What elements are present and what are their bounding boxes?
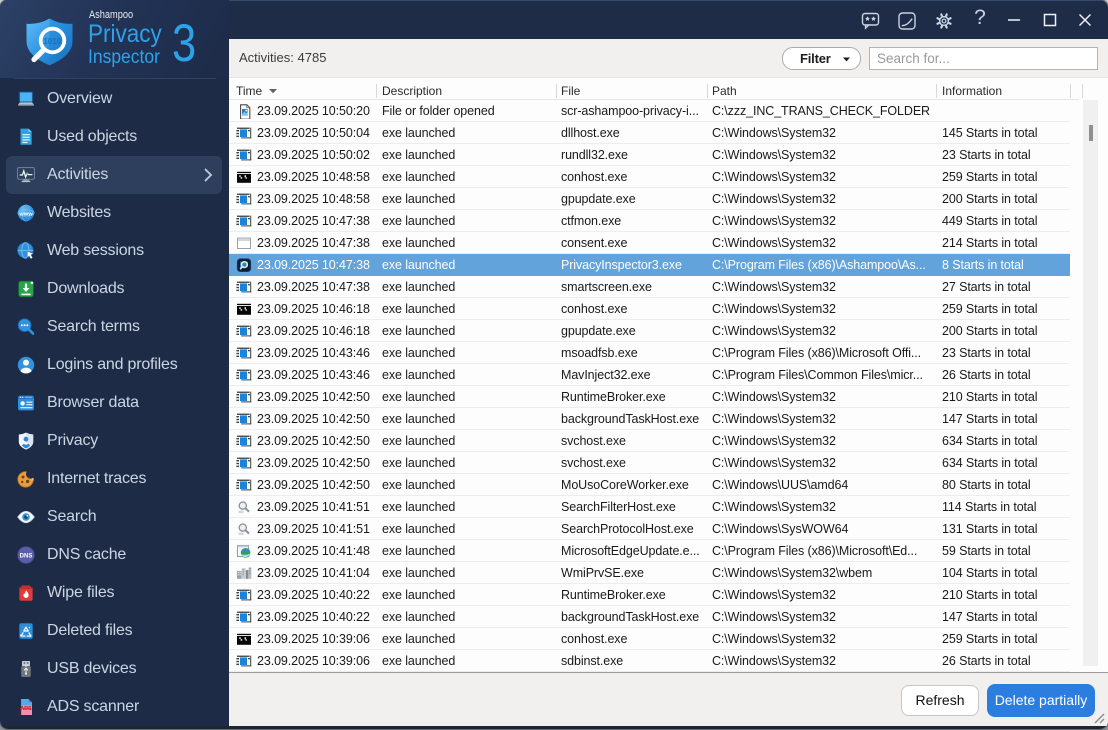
svg-text:ADS: ADS <box>20 706 32 712</box>
svg-text:DNS: DNS <box>20 553 33 559</box>
svg-text:www: www <box>18 211 33 217</box>
